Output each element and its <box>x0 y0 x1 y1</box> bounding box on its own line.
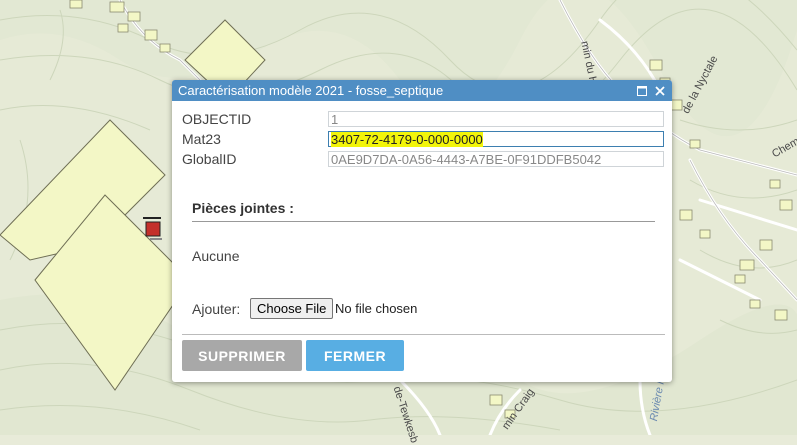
mat23-field[interactable]: 3407-72-4179-0-000-0000 <box>328 131 664 147</box>
popup-header: Caractérisation modèle 2021 - fosse_sept… <box>172 80 672 101</box>
mat23-value: 3407-72-4179-0-000-0000 <box>331 132 483 147</box>
attribute-label: OBJECTID <box>182 111 252 127</box>
file-status-text: No file chosen <box>335 301 418 316</box>
maximize-icon[interactable] <box>634 80 650 101</box>
add-attachment-label: Ajouter: <box>192 301 241 317</box>
attachments-none-text: Aucune <box>192 248 240 264</box>
footer-divider <box>182 334 665 335</box>
popup-title: Caractérisation modèle 2021 - fosse_sept… <box>178 83 444 98</box>
delete-button[interactable]: SUPPRIMER <box>182 340 302 371</box>
close-button[interactable]: FERMER <box>306 340 404 371</box>
attachments-title: Pièces jointes : <box>192 200 294 216</box>
close-icon[interactable] <box>652 80 668 101</box>
attribute-label: GlobalID <box>182 151 237 167</box>
feature-popup: Caractérisation modèle 2021 - fosse_sept… <box>172 80 672 382</box>
attribute-label: Mat23 <box>182 131 221 147</box>
choose-file-button[interactable]: Choose File <box>250 298 334 319</box>
objectid-field[interactable] <box>328 111 664 127</box>
attachments-divider <box>192 221 655 222</box>
globalid-field[interactable] <box>328 151 664 167</box>
